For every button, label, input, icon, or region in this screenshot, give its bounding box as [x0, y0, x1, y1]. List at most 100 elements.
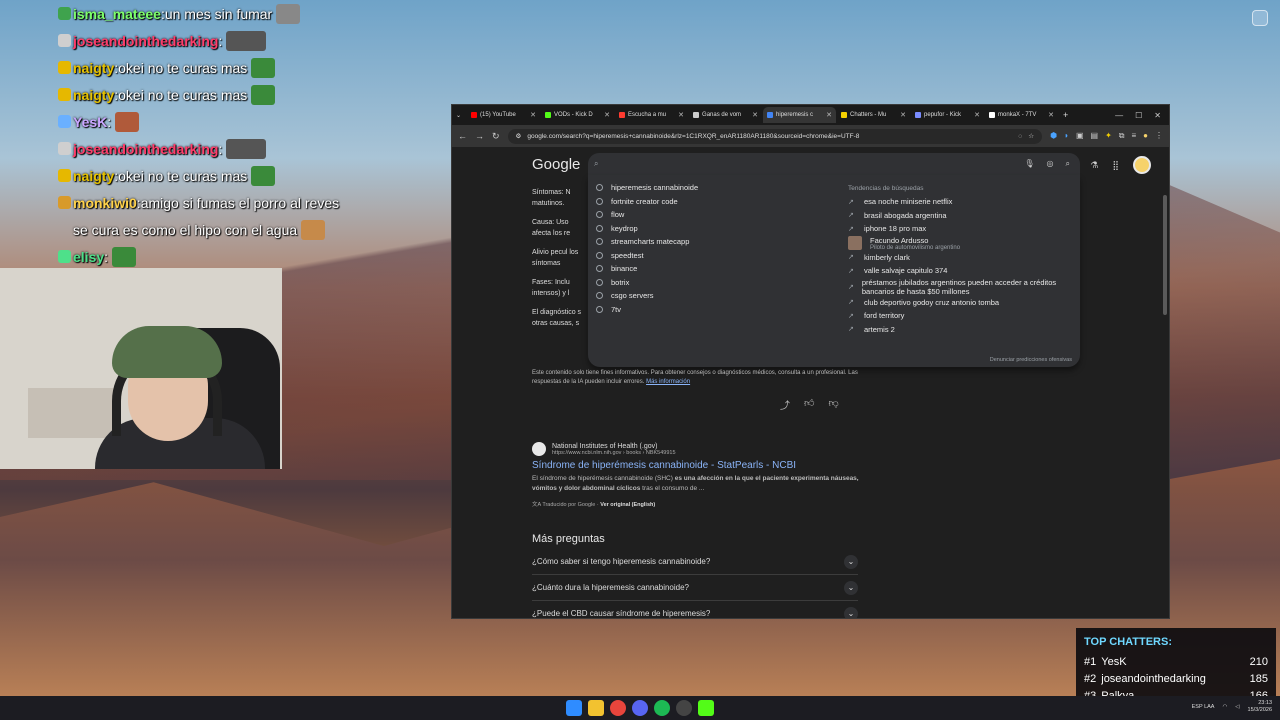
tab-close-icon[interactable]: ✕ [530, 111, 536, 119]
browser-tab[interactable]: hiperemesis c ✕ [763, 107, 837, 123]
chat-username[interactable]: monkiwi0 [73, 195, 137, 211]
share-icon[interactable]: ⤴ [780, 397, 790, 412]
apps-grid-icon[interactable]: ⣿ [1112, 160, 1119, 171]
account-avatar[interactable] [1133, 156, 1151, 174]
eye-off-icon[interactable]: ◌ [1018, 133, 1022, 140]
chat-username[interactable]: naigty [73, 87, 114, 103]
chat-username[interactable]: joseandointhedarking [73, 141, 218, 157]
suggestion-item[interactable]: 7tv [596, 303, 698, 317]
suggestion-item[interactable]: streamcharts matecapp [596, 235, 698, 249]
address-bar[interactable]: ⚙ google.com/search?q=hiperemesis+cannab… [507, 128, 1043, 144]
chat-username[interactable]: isma_mateee [73, 6, 161, 22]
trend-item[interactable]: ↗ club deportivo godoy cruz antonio tomba [848, 296, 1078, 310]
tray-lang[interactable]: ESP LAA [1192, 704, 1215, 710]
kick-icon[interactable] [698, 700, 714, 716]
extension-7tv-icon[interactable]: ⬢ [1050, 131, 1057, 141]
forward-icon[interactable]: → [475, 131, 484, 141]
chat-username[interactable]: naigty [73, 60, 114, 76]
chevron-down-icon[interactable]: ⌄ [844, 554, 858, 569]
tab-close-icon[interactable]: ✕ [604, 111, 610, 119]
file-explorer-icon[interactable] [588, 700, 604, 716]
tab-close-icon[interactable]: ✕ [678, 111, 684, 119]
reading-list-icon[interactable]: ≡ [1131, 131, 1136, 141]
obs-icon[interactable] [676, 700, 692, 716]
tab-close-icon[interactable]: ✕ [900, 111, 906, 119]
extension-audio-icon[interactable]: ◗ [1064, 131, 1069, 141]
suggestion-item[interactable]: csgo servers [596, 289, 698, 303]
suggestion-item[interactable]: binance [596, 262, 698, 276]
trend-item[interactable]: ↗ iphone 18 pro max [848, 222, 1078, 236]
chevron-down-icon[interactable]: ⌄ [844, 580, 858, 595]
suggestion-item[interactable]: speedtest [596, 249, 698, 263]
tab-close-icon[interactable]: ✕ [826, 111, 832, 119]
spotify-icon[interactable] [654, 700, 670, 716]
back-icon[interactable]: ← [458, 131, 467, 141]
chat-username[interactable]: elisy [73, 249, 104, 265]
suggestion-item[interactable]: fortnite creator code [596, 195, 698, 209]
chat-username[interactable]: YesK [73, 114, 107, 130]
discord-icon[interactable] [632, 700, 648, 716]
bookmark-star-icon[interactable]: ☆ [1028, 132, 1034, 140]
minimize-icon[interactable]: — [1115, 111, 1123, 120]
paa-question[interactable]: ¿Cuánto dura la hiperemesis cannabinoide… [532, 575, 858, 601]
extension-screenshot-icon[interactable]: ▣ [1076, 131, 1084, 141]
site-info-icon[interactable]: ⚙ [516, 132, 522, 140]
chat-username[interactable]: joseandointhedarking [73, 33, 218, 49]
reload-icon[interactable]: ↻ [492, 131, 500, 142]
thumbs-up-icon[interactable]: 👍︎ [804, 397, 814, 412]
lens-icon[interactable]: ◎ [1047, 159, 1054, 169]
tab-close-icon[interactable]: ✕ [752, 111, 758, 119]
browser-tab[interactable]: VODs - Kick D ✕ [541, 107, 614, 123]
google-search-box[interactable]: ⌕ 🎙︎ ◎ ⌕ [588, 153, 1080, 175]
tray-clock[interactable]: 23:13 15/3/2026 [1248, 700, 1272, 714]
tab-close-icon[interactable]: ✕ [1048, 111, 1054, 119]
result-title-link[interactable]: Síndrome de hiperémesis cannabinoide - S… [532, 460, 862, 471]
suggestion-item[interactable]: hiperemesis cannabinoide [596, 181, 698, 195]
suggestion-item[interactable]: botrix [596, 276, 698, 290]
start-windows-icon[interactable] [566, 700, 582, 716]
profile-icon[interactable]: ● [1143, 131, 1148, 141]
chevron-down-icon[interactable]: ⌄ [844, 606, 858, 618]
view-original-link[interactable]: Ver original (English) [600, 502, 655, 508]
trend-item[interactable]: ↗ valle salvaje capitulo 374 [848, 264, 1078, 278]
tab-close-icon[interactable]: ✕ [974, 111, 980, 119]
wifi-icon[interactable]: ◠ [1222, 704, 1227, 710]
suggestion-item[interactable]: flow [596, 208, 698, 222]
labs-flask-icon[interactable]: ⚗ [1090, 160, 1098, 171]
google-logo[interactable]: Google [532, 156, 580, 173]
thumbs-down-icon[interactable]: 👎︎ [828, 397, 838, 412]
paa-question[interactable]: ¿Cómo saber si tengo hiperemesis cannabi… [532, 549, 858, 575]
chat-username[interactable]: naigty [73, 168, 114, 184]
extension-star-icon[interactable]: ✦ [1105, 131, 1112, 141]
result-url[interactable]: https://www.ncbi.nlm.nih.gov › books › N… [552, 450, 676, 456]
trend-item[interactable]: Facundo Ardusso Piloto de automovilismo a… [848, 236, 1078, 251]
close-window-icon[interactable]: ✕ [1154, 111, 1161, 120]
volume-icon[interactable]: ◁ [1235, 704, 1239, 710]
microphone-icon[interactable]: 🎙︎ [1024, 159, 1034, 169]
tab-search-icon[interactable]: ⌄ [456, 112, 461, 119]
menu-kebab-icon[interactable]: ⋮ [1155, 131, 1163, 141]
trend-item[interactable]: ↗ artemis 2 [848, 323, 1078, 337]
trend-item[interactable]: ↗ kimberly clark [848, 251, 1078, 265]
trend-item[interactable]: ↗ esa noche miniserie netflix [848, 195, 1078, 209]
browser-tab[interactable]: Chatters - Mu ✕ [837, 107, 910, 123]
search-submit-icon[interactable]: ⌕ [1066, 159, 1070, 169]
suggestion-item[interactable]: keydrop [596, 222, 698, 236]
extension-twitch-icon[interactable]: ▤ [1091, 131, 1099, 141]
browser-tab[interactable]: Ganas de vom ✕ [689, 107, 762, 123]
overlay-corner-icon[interactable] [1252, 10, 1268, 26]
trend-item[interactable]: ↗ préstamos jubilados argentinos pueden a… [848, 278, 1078, 296]
extensions-puzzle-icon[interactable]: ⧉ [1119, 131, 1125, 141]
more-info-link[interactable]: Más información [646, 379, 690, 385]
new-tab-button[interactable]: + [1063, 110, 1068, 120]
browser-tab[interactable]: Escucha a mu ✕ [615, 107, 688, 123]
paa-question[interactable]: ¿Puede el CBD causar síndrome de hiperem… [532, 601, 858, 618]
trend-item[interactable]: ↗ ford territory [848, 309, 1078, 323]
trend-item[interactable]: ↗ brasil abogada argentina [848, 209, 1078, 223]
maximize-icon[interactable]: ☐ [1135, 111, 1142, 120]
report-predictions-link[interactable]: Denunciar predicciones ofensivas [990, 357, 1072, 363]
page-scrollbar[interactable] [1163, 195, 1167, 315]
chrome-icon[interactable] [610, 700, 626, 716]
browser-tab[interactable]: monkaX - 7TV ✕ [985, 107, 1058, 123]
browser-tab[interactable]: (15) YouTube ✕ [467, 107, 540, 123]
